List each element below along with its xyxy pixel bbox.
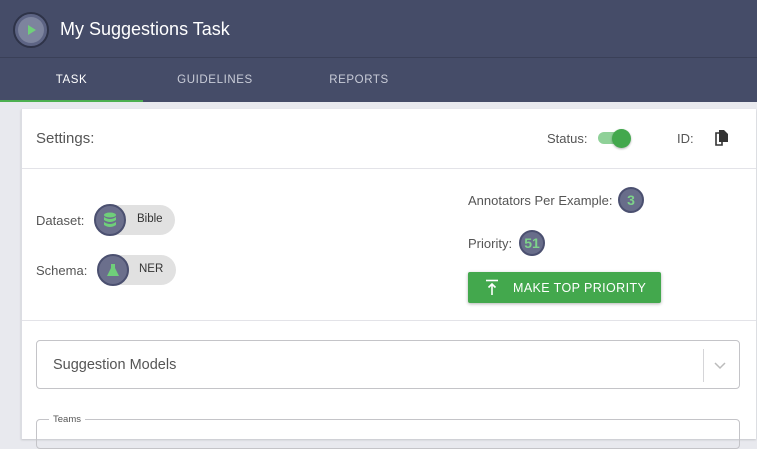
copy-icon[interactable] xyxy=(714,129,730,147)
dataset-label: Dataset: xyxy=(36,213,85,228)
schema-value: NER xyxy=(139,263,164,275)
app-bar: My Suggestions Task xyxy=(0,0,757,58)
settings-heading: Settings: xyxy=(36,130,95,147)
page-title: My Suggestions Task xyxy=(60,19,230,39)
suggestion-models-placeholder: Suggestion Models xyxy=(53,357,177,373)
play-icon xyxy=(18,17,44,43)
flask-icon xyxy=(97,254,129,286)
annotators-badge[interactable]: 3 xyxy=(618,187,644,213)
active-tab-indicator xyxy=(0,100,143,102)
divider xyxy=(22,320,756,321)
tab-reports[interactable]: REPORTS xyxy=(287,58,431,102)
make-top-priority-label: MAKE TOP PRIORITY xyxy=(513,281,647,295)
make-top-priority-button[interactable]: MAKE TOP PRIORITY xyxy=(468,272,661,303)
status-label: Status: xyxy=(547,131,588,146)
tab-bar: TASK GUIDELINES REPORTS xyxy=(0,58,757,102)
task-settings-card: Settings: Status: ID: Dataset: Bible Sch… xyxy=(21,109,756,449)
priority-label: Priority: xyxy=(468,236,513,251)
teams-label: Teams xyxy=(49,414,85,425)
annotators-label: Annotators Per Example: xyxy=(468,193,613,208)
database-icon xyxy=(94,204,126,236)
suggestion-models-select[interactable]: Suggestion Models xyxy=(36,340,740,389)
tab-guidelines[interactable]: GUIDELINES xyxy=(143,58,287,102)
arrow-to-top-icon xyxy=(486,279,498,295)
dataset-chip[interactable]: Bible xyxy=(94,204,175,236)
select-divider xyxy=(703,349,704,382)
schema-chip[interactable]: NER xyxy=(97,254,176,286)
chevron-down-icon[interactable] xyxy=(713,358,727,372)
dataset-value: Bible xyxy=(137,213,163,225)
schema-label: Schema: xyxy=(36,263,88,278)
priority-badge[interactable]: 51 xyxy=(519,230,545,256)
tab-task[interactable]: TASK xyxy=(0,58,143,102)
play-button[interactable] xyxy=(13,12,49,48)
toggle-thumb xyxy=(612,129,631,148)
divider xyxy=(22,168,756,169)
id-label: ID: xyxy=(677,131,694,146)
